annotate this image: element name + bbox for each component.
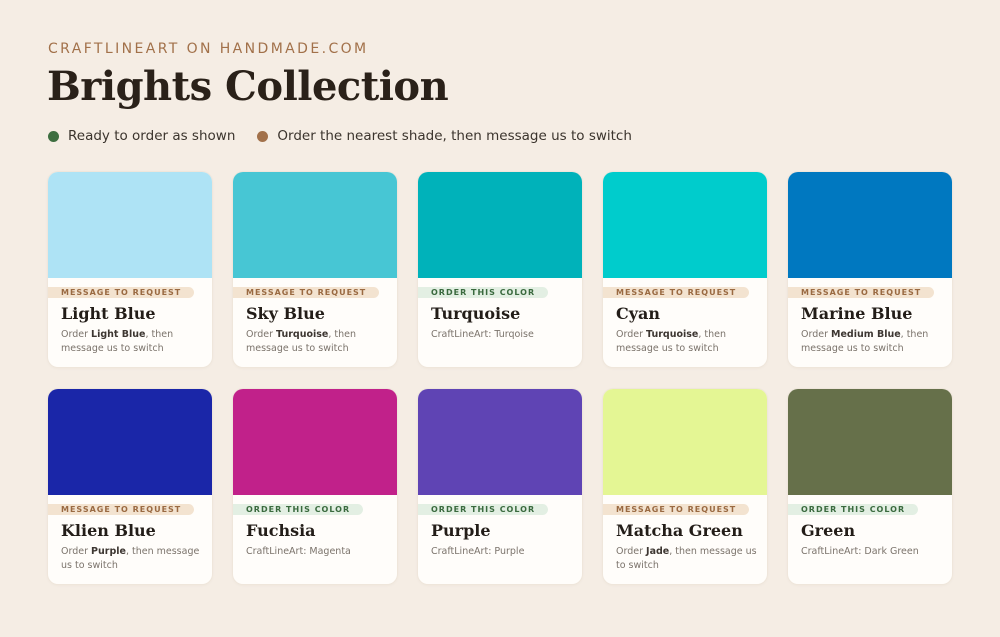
status-badge: MESSAGE TO REQUEST [788,287,935,298]
color-card[interactable]: MESSAGE TO REQUEST Marine Blue Order Med… [788,172,952,367]
legend-item-ready: Ready to order as shown [48,128,235,144]
color-name: Sky Blue [246,304,325,323]
note-text: CraftLineArt: Turqoise [431,329,534,340]
status-badge: MESSAGE TO REQUEST [48,287,195,298]
note-text: CraftLineArt: Magenta [246,546,351,557]
color-note: CraftLineArt: Magenta [246,545,388,559]
color-name: Cyan [616,304,661,323]
status-badge: ORDER THIS COLOR [233,504,364,515]
color-note: CraftLineArt: Purple [431,545,573,559]
note-shade: Jade [646,546,670,557]
color-note: Order Jade, then message us to switch [616,545,758,573]
color-card[interactable]: MESSAGE TO REQUEST Light Blue Order Ligh… [48,172,212,367]
status-badge: ORDER THIS COLOR [418,287,549,298]
store-eyebrow: CRAFTLINEART ON HANDMADE.COM [48,41,369,57]
color-name: Light Blue [61,304,156,323]
note-text: Order [616,329,647,340]
color-name: Marine Blue [801,304,913,323]
color-name: Turquoise [431,304,521,323]
note-text: CraftLineArt: Dark Green [801,546,919,557]
color-swatch[interactable] [603,172,767,278]
color-swatch[interactable] [233,389,397,495]
color-note: Order Light Blue, then message us to swi… [61,328,203,356]
legend-label-ready: Ready to order as shown [68,128,236,144]
note-text: CraftLineArt: Purple [431,546,525,557]
status-badge: MESSAGE TO REQUEST [233,287,380,298]
status-badge: ORDER THIS COLOR [418,504,549,515]
color-card[interactable]: ORDER THIS COLOR Purple CraftLineArt: Pu… [418,389,582,584]
note-text: Order [616,546,647,557]
color-card-grid: MESSAGE TO REQUEST Light Blue Order Ligh… [48,172,952,584]
color-card[interactable]: MESSAGE TO REQUEST Klien Blue Order Purp… [48,389,212,584]
note-text: Order [801,329,832,340]
note-shade: Light Blue [91,329,146,340]
note-shade: Turquoise [646,329,699,340]
request-dot-icon [257,130,269,142]
note-text: Order [246,329,277,340]
legend-label-request: Order the nearest shade, then message us… [277,128,632,144]
color-name: Klien Blue [61,521,156,540]
note-shade: Purple [91,546,126,557]
legend-item-request: Order the nearest shade, then message us… [257,128,632,144]
color-card[interactable]: ORDER THIS COLOR Green CraftLineArt: Dar… [788,389,952,584]
note-text: Order [61,546,92,557]
color-card[interactable]: MESSAGE TO REQUEST Cyan Order Turquoise,… [603,172,767,367]
color-card[interactable]: MESSAGE TO REQUEST Matcha Green Order Ja… [603,389,767,584]
status-badge: MESSAGE TO REQUEST [603,287,750,298]
color-name: Green [801,521,856,540]
page: CRAFTLINEART ON HANDMADE.COM Brights Col… [0,0,1000,637]
color-swatch[interactable] [418,172,582,278]
color-swatch[interactable] [48,172,212,278]
status-badge: ORDER THIS COLOR [788,504,919,515]
color-swatch[interactable] [418,389,582,495]
color-swatch[interactable] [603,389,767,495]
color-name: Matcha Green [616,521,743,540]
color-note: Order Turquoise, then message us to swit… [616,328,758,356]
color-swatch[interactable] [233,172,397,278]
color-swatch[interactable] [788,172,952,278]
color-swatch[interactable] [48,389,212,495]
color-note: Order Turquoise, then message us to swit… [246,328,388,356]
color-name: Fuchsia [246,521,316,540]
color-swatch[interactable] [788,389,952,495]
page-title: Brights Collection [47,63,449,110]
note-text: Order [61,329,92,340]
color-card[interactable]: MESSAGE TO REQUEST Sky Blue Order Turquo… [233,172,397,367]
color-card[interactable]: ORDER THIS COLOR Turquoise CraftLineArt:… [418,172,582,367]
color-note: Order Medium Blue, then message us to sw… [801,328,943,356]
ready-dot-icon [48,130,59,142]
status-badge: MESSAGE TO REQUEST [603,504,750,515]
status-badge: MESSAGE TO REQUEST [48,504,195,515]
note-shade: Medium Blue [831,329,901,340]
color-card[interactable]: ORDER THIS COLOR Fuchsia CraftLineArt: M… [233,389,397,584]
note-shade: Turquoise [276,329,329,340]
color-note: Order Purple, then message us to switch [61,545,203,573]
color-note: CraftLineArt: Dark Green [801,545,943,559]
color-note: CraftLineArt: Turqoise [431,328,573,342]
color-name: Purple [431,521,491,540]
legend: Ready to order as shown Order the neares… [48,128,654,144]
